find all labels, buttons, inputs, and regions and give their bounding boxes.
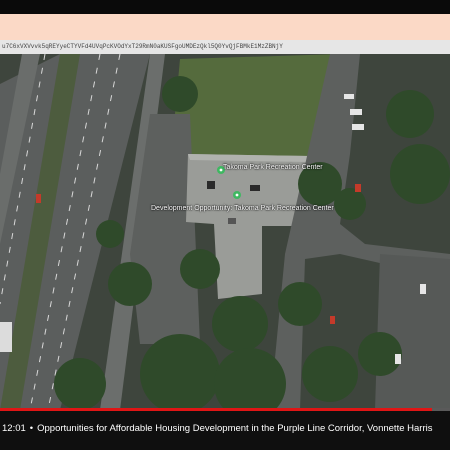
aerial-map — [0, 54, 450, 410]
address-bar[interactable]: u7C6xVXVvvk5qREYyeCTYVFd4UVqPcKVOdYxT29R… — [0, 40, 450, 54]
map-pin-icon — [233, 191, 241, 199]
separator: • — [29, 423, 34, 434]
timecode: 12:01 — [2, 423, 26, 434]
video-frame[interactable]: Takoma Park Recreation Center Developmen… — [0, 54, 450, 410]
video-info-bar: 12:01 • Opportunities for Affordable Housi… — [0, 411, 450, 450]
poi-subtitle-label: Development Opportunity: Takoma Park Rec… — [151, 205, 334, 212]
top-bezel — [0, 0, 450, 14]
top-banner — [0, 14, 450, 40]
poi-label: Takoma Park Recreation Center — [223, 164, 323, 171]
video-title[interactable]: Opportunities for Affordable Housing Dev… — [37, 423, 432, 434]
